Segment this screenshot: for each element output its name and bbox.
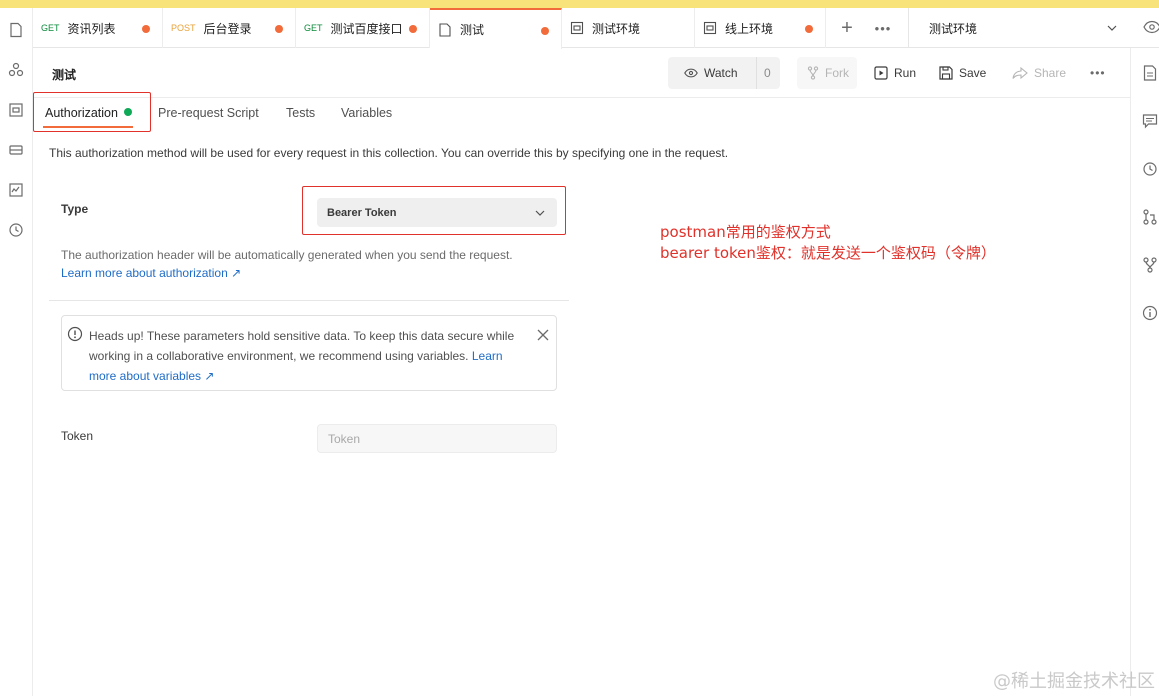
unsaved-dot xyxy=(409,25,417,33)
annotation-highlight-box-authorization xyxy=(33,92,151,132)
share-label: Share xyxy=(1034,66,1067,80)
unsaved-dot xyxy=(142,25,150,33)
tab-pre-request-script[interactable]: Pre-request Script xyxy=(158,106,259,120)
watermark: @稀土掘金技术社区 xyxy=(993,671,1155,692)
info-icon[interactable] xyxy=(1141,304,1159,322)
environment-quick-look-eye-icon[interactable] xyxy=(1143,20,1159,39)
apis-icon[interactable] xyxy=(6,60,26,80)
right-sidebar-rail xyxy=(1130,48,1159,696)
documentation-icon[interactable] xyxy=(1141,64,1159,82)
share-button[interactable]: Share xyxy=(1012,57,1066,89)
environment-selector[interactable]: 测试环境 xyxy=(908,8,1130,48)
tab-backend-login[interactable]: POST 后台登录 xyxy=(163,8,296,48)
info-icon xyxy=(67,326,83,347)
save-icon xyxy=(939,66,953,80)
page-title: 测试 xyxy=(52,68,77,82)
fork-button[interactable]: Fork xyxy=(797,57,857,89)
fork-icon xyxy=(807,66,819,80)
watch-label: Watch xyxy=(704,66,738,80)
tab-label: 测试百度接口 xyxy=(330,21,403,36)
tab-method: GET xyxy=(41,23,60,33)
more-actions-icon[interactable]: ••• xyxy=(1090,57,1106,89)
tab-label: 资讯列表 xyxy=(67,21,116,36)
collection-icon xyxy=(438,22,452,37)
share-icon xyxy=(1012,67,1028,79)
comments-icon[interactable] xyxy=(1141,112,1159,130)
tab-method: POST xyxy=(171,23,196,33)
tab-label: 后台登录 xyxy=(203,21,252,36)
annotation-line-1: postman常用的鉴权方式 xyxy=(660,223,831,241)
watch-count: 0 xyxy=(764,66,771,80)
alert-text: Heads up! These parameters hold sensitiv… xyxy=(89,329,515,363)
close-icon[interactable] xyxy=(536,328,550,347)
save-label: Save xyxy=(959,66,987,80)
left-sidebar-rail xyxy=(0,8,33,696)
chevron-down-icon xyxy=(535,208,545,220)
tab-label: 线上环境 xyxy=(725,21,774,36)
tab-test-collection[interactable]: 测试 xyxy=(430,8,562,49)
request-tab-bar: GET 资讯列表 POST 后台登录 GET 测试百度接口 测试 测试环境 线上… xyxy=(33,8,1159,49)
collection-subtabs: Authorization Pre-request Script Tests V… xyxy=(33,98,1130,132)
play-icon xyxy=(874,66,888,80)
save-button[interactable]: Save xyxy=(939,57,986,89)
annotation-line-2: bearer token鉴权：就是发送一个鉴权码（令牌） xyxy=(660,244,996,262)
unsaved-dot xyxy=(805,25,813,33)
mock-servers-icon[interactable] xyxy=(6,140,26,160)
fork-label: Fork xyxy=(825,66,849,80)
tab-test-baidu-api[interactable]: GET 测试百度接口 xyxy=(296,8,430,48)
unsaved-dot xyxy=(275,25,283,33)
auth-help-text: The authorization header will be automat… xyxy=(61,248,513,262)
environment-selected: 测试环境 xyxy=(929,21,978,36)
unsaved-dot xyxy=(541,27,549,35)
tab-zixun-list[interactable]: GET 资讯列表 xyxy=(33,8,163,48)
tabs-more-icon[interactable]: ••• xyxy=(873,8,893,48)
top-stripe xyxy=(0,0,1159,8)
auth-description: This authorization method will be used f… xyxy=(49,146,729,160)
tab-variables[interactable]: Variables xyxy=(341,106,392,120)
pull-requests-icon[interactable] xyxy=(1141,208,1159,226)
tab-tests[interactable]: Tests xyxy=(286,106,315,120)
environment-icon xyxy=(570,21,584,35)
tab-label: 测试环境 xyxy=(592,21,641,36)
sensitive-data-alert: Heads up! These parameters hold sensitiv… xyxy=(61,315,557,391)
chevron-down-icon xyxy=(1106,22,1118,37)
monitors-icon[interactable] xyxy=(6,180,26,200)
collection-header: 测试 Watch 0 Fork Run Save Share ••• xyxy=(33,48,1130,98)
auth-type-value: Bearer Token xyxy=(327,206,397,219)
tab-label: 测试 xyxy=(460,23,485,37)
changelog-icon[interactable] xyxy=(1141,160,1159,178)
environments-icon[interactable] xyxy=(6,100,26,120)
run-label: Run xyxy=(894,66,917,80)
environment-icon xyxy=(703,21,717,35)
tab-test-env[interactable]: 测试环境 xyxy=(562,8,695,48)
tab-prod-env[interactable]: 线上环境 xyxy=(695,8,826,48)
history-icon[interactable] xyxy=(6,220,26,240)
eye-icon xyxy=(684,68,698,78)
collections-icon[interactable] xyxy=(6,20,26,40)
new-tab-plus-icon[interactable]: + xyxy=(838,8,856,48)
watch-button[interactable]: Watch 0 xyxy=(668,57,780,89)
token-input[interactable] xyxy=(317,424,557,453)
learn-more-authorization-link[interactable]: Learn more about authorization ↗ xyxy=(61,266,241,280)
run-button[interactable]: Run xyxy=(874,57,916,89)
divider xyxy=(756,57,757,89)
tab-method: GET xyxy=(304,23,323,33)
token-label: Token xyxy=(61,429,94,443)
section-divider xyxy=(49,300,569,301)
alert-message: Heads up! These parameters hold sensitiv… xyxy=(89,326,519,386)
auth-type-select[interactable]: Bearer Token xyxy=(317,198,557,227)
type-label: Type xyxy=(61,202,89,216)
forks-icon[interactable] xyxy=(1141,256,1159,274)
